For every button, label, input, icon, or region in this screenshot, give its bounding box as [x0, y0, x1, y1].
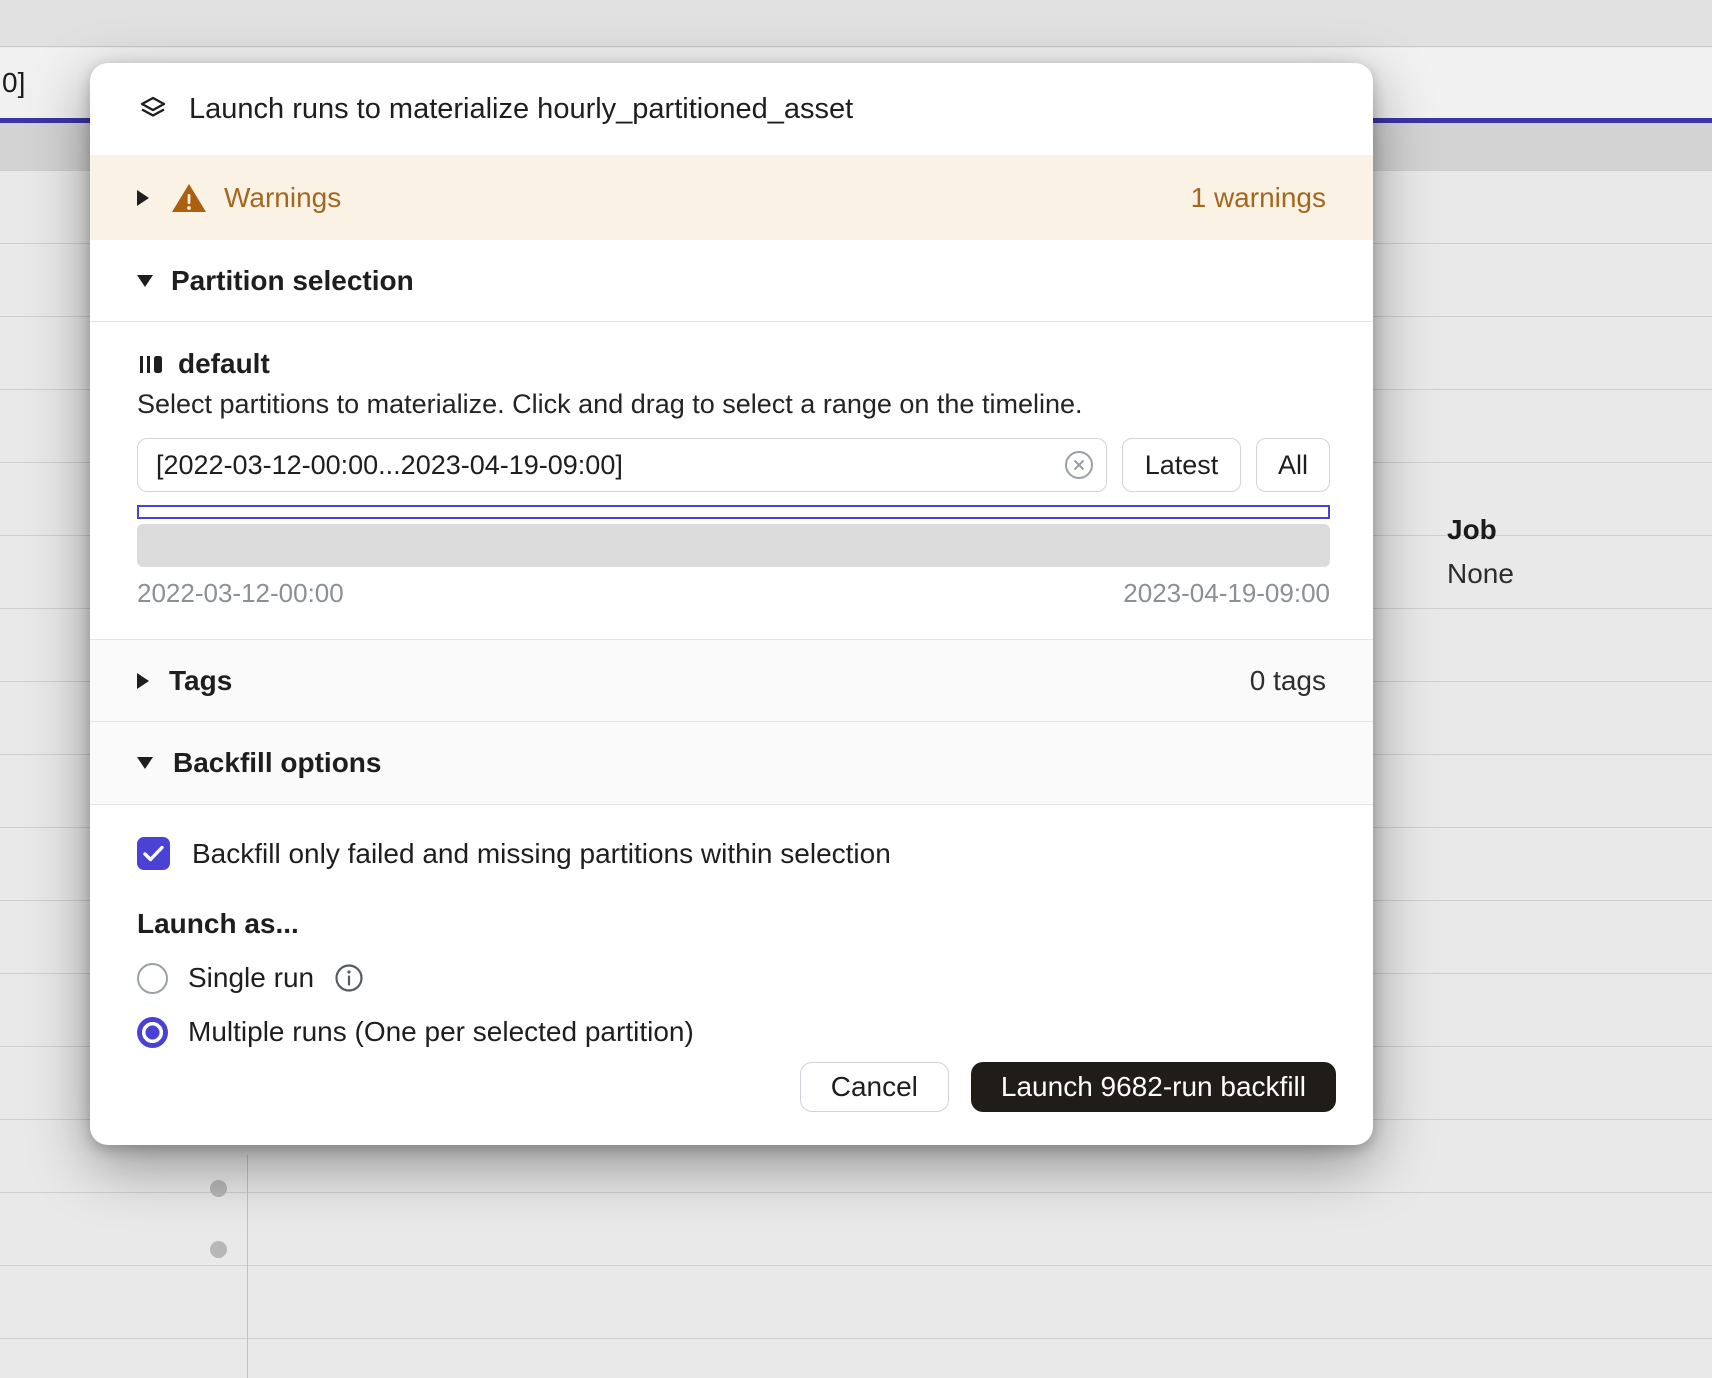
backfill-only-failed-checkbox-row[interactable]: Backfill only failed and missing partiti… — [137, 837, 1326, 870]
warning-triangle-icon — [171, 182, 207, 214]
clear-selection-button[interactable] — [1064, 450, 1094, 480]
tags-section-header[interactable]: Tags 0 tags — [90, 639, 1373, 722]
partition-dimension-icon — [137, 351, 164, 378]
partition-range-input[interactable] — [137, 438, 1107, 492]
all-button[interactable]: All — [1256, 438, 1330, 492]
multiple-runs-label: Multiple runs (One per selected partitio… — [188, 1016, 694, 1048]
backfill-options-content: Backfill only failed and missing partiti… — [90, 805, 1373, 1048]
status-dot — [210, 1180, 227, 1197]
timeline-start-label: 2022-03-12-00:00 — [137, 578, 344, 609]
timeline-selection[interactable] — [137, 505, 1330, 519]
timeline-end-label: 2023-04-19-09:00 — [1123, 578, 1330, 609]
timeline-labels: 2022-03-12-00:00 2023-04-19-09:00 — [137, 578, 1330, 639]
dialog-header: Launch runs to materialize hourly_partit… — [90, 63, 1373, 155]
single-run-label: Single run — [188, 962, 314, 994]
partition-selection-title: Partition selection — [171, 265, 414, 297]
circle-x-icon — [1064, 450, 1094, 480]
job-column-value: None — [1447, 558, 1514, 590]
background-column-divider — [247, 1155, 248, 1378]
timeline-track[interactable] — [137, 524, 1330, 567]
checkbox-checked-icon[interactable] — [137, 837, 170, 870]
radio-unchecked-icon[interactable] — [137, 963, 168, 994]
multiple-runs-radio-row[interactable]: Multiple runs (One per selected partitio… — [137, 1016, 1326, 1048]
partition-selection-header[interactable]: Partition selection — [90, 240, 1373, 322]
backfill-only-failed-label: Backfill only failed and missing partiti… — [192, 838, 891, 870]
warnings-label: Warnings — [224, 182, 341, 214]
radio-checked-icon[interactable] — [137, 1017, 168, 1048]
partition-description: Select partitions to materialize. Click … — [137, 389, 1330, 420]
backfill-options-title: Backfill options — [173, 747, 381, 779]
warnings-count: 1 warnings — [1191, 182, 1326, 214]
backfill-options-header[interactable]: Backfill options — [90, 722, 1373, 805]
latest-button[interactable]: Latest — [1122, 438, 1241, 492]
status-dot — [210, 1241, 227, 1258]
partition-input-row: Latest All — [137, 438, 1330, 492]
screen: 0] Job None Launch runs to materialize h… — [0, 0, 1712, 1378]
partition-selection-content: default Select partitions to materialize… — [90, 322, 1373, 639]
job-column-label: Job — [1447, 514, 1497, 546]
chevron-right-icon — [137, 190, 149, 206]
launch-backfill-dialog: Launch runs to materialize hourly_partit… — [90, 63, 1373, 1145]
single-run-radio-row[interactable]: Single run — [137, 962, 1326, 994]
launch-as-label: Launch as... — [137, 908, 1326, 940]
cancel-button[interactable]: Cancel — [800, 1062, 949, 1112]
background-partial-text: 0] — [2, 67, 25, 99]
info-icon — [334, 963, 364, 993]
tags-count: 0 tags — [1250, 665, 1326, 697]
warnings-section-header[interactable]: Warnings 1 warnings — [90, 155, 1373, 240]
dimension-name: default — [178, 348, 270, 380]
dialog-title: Launch runs to materialize hourly_partit… — [189, 93, 853, 126]
tags-title: Tags — [169, 665, 232, 697]
single-run-info-button[interactable] — [334, 963, 364, 993]
launch-backfill-button[interactable]: Launch 9682-run backfill — [971, 1062, 1336, 1112]
chevron-right-icon — [137, 673, 149, 689]
layers-icon — [137, 93, 169, 125]
chevron-down-icon — [137, 275, 153, 287]
dimension-row: default — [137, 348, 1330, 380]
background-top-band — [0, 0, 1712, 47]
dialog-footer: Cancel Launch 9682-run backfill — [90, 1062, 1373, 1145]
partition-input-wrap — [137, 438, 1107, 492]
chevron-down-icon — [137, 757, 153, 769]
